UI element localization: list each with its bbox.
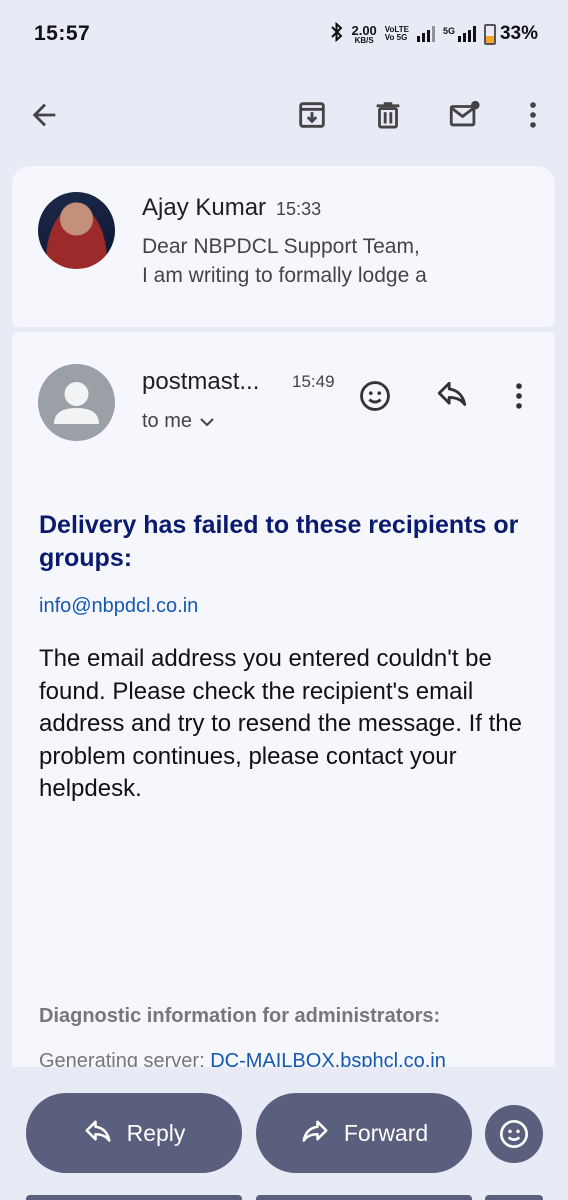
volte-indicator: VoLTE Vo 5G	[384, 24, 409, 42]
peek-bar	[485, 1195, 543, 1200]
sender-avatar[interactable]	[38, 192, 115, 269]
signal-icon	[416, 26, 435, 42]
collapsed-sender-row: Ajay Kumar 15:33	[142, 194, 321, 222]
more-vert-icon[interactable]	[506, 84, 560, 146]
message-body: The email address you entered couldn't b…	[39, 645, 522, 802]
person-icon	[54, 382, 99, 424]
toolbar	[0, 84, 568, 146]
reply-button[interactable]: Reply	[26, 1093, 242, 1173]
message-time: 15:33	[276, 199, 322, 219]
delivery-failed-heading: Delivery has failed to these recipients …	[39, 511, 519, 572]
reply-icon[interactable]	[428, 372, 476, 420]
recipient-email-link[interactable]: info@nbpdcl.co.in	[39, 595, 198, 618]
net-speed: 2.00 KB/S	[351, 22, 377, 45]
battery-icon	[483, 23, 496, 45]
status-icons: 2.00 KB/S VoLTE Vo 5G 5G 33%	[331, 21, 538, 47]
emoji-icon	[500, 1120, 528, 1148]
expanded-message: postmast... 15:49 to me Delivery has fai…	[12, 332, 555, 1092]
collapsed-message[interactable]: Ajay Kumar 15:33 Dear NBPDCL Support Tea…	[12, 166, 555, 327]
chevron-down-icon	[200, 417, 214, 426]
emoji-react-button[interactable]	[485, 1105, 543, 1163]
emoji-react-icon[interactable]	[351, 372, 399, 420]
delete-icon[interactable]	[361, 84, 415, 146]
forward-button[interactable]: Forward	[256, 1093, 472, 1173]
battery-indicator: 33%	[483, 23, 538, 45]
sender-name: postmast...	[142, 368, 260, 395]
signal-5g-icon: 5G	[443, 26, 476, 42]
bluetooth-icon	[331, 21, 343, 47]
diagnostic-heading: Diagnostic information for administrator…	[39, 1005, 441, 1027]
peek-bar	[26, 1195, 242, 1200]
sender-name: Ajay Kumar	[142, 194, 267, 221]
recipient-details-toggle[interactable]: to me	[142, 410, 214, 433]
avatar[interactable]	[38, 364, 115, 441]
bottom-action-bar: Reply Forward	[0, 1067, 568, 1200]
back-arrow-icon[interactable]	[17, 84, 71, 146]
status-time: 15:57	[34, 22, 91, 45]
peek-bar	[256, 1195, 472, 1200]
archive-icon[interactable]	[285, 84, 339, 146]
forward-icon	[302, 1120, 328, 1142]
status-bar: 15:57 2.00 KB/S VoLTE Vo 5G 5G 33%	[0, 0, 568, 68]
message-time: 15:49	[292, 372, 335, 391]
mark-unread-icon[interactable]	[437, 84, 491, 146]
message-snippet: Dear NBPDCL Support Team, I am writing t…	[142, 235, 427, 287]
more-vert-icon[interactable]	[495, 372, 543, 420]
reply-icon	[85, 1120, 111, 1142]
